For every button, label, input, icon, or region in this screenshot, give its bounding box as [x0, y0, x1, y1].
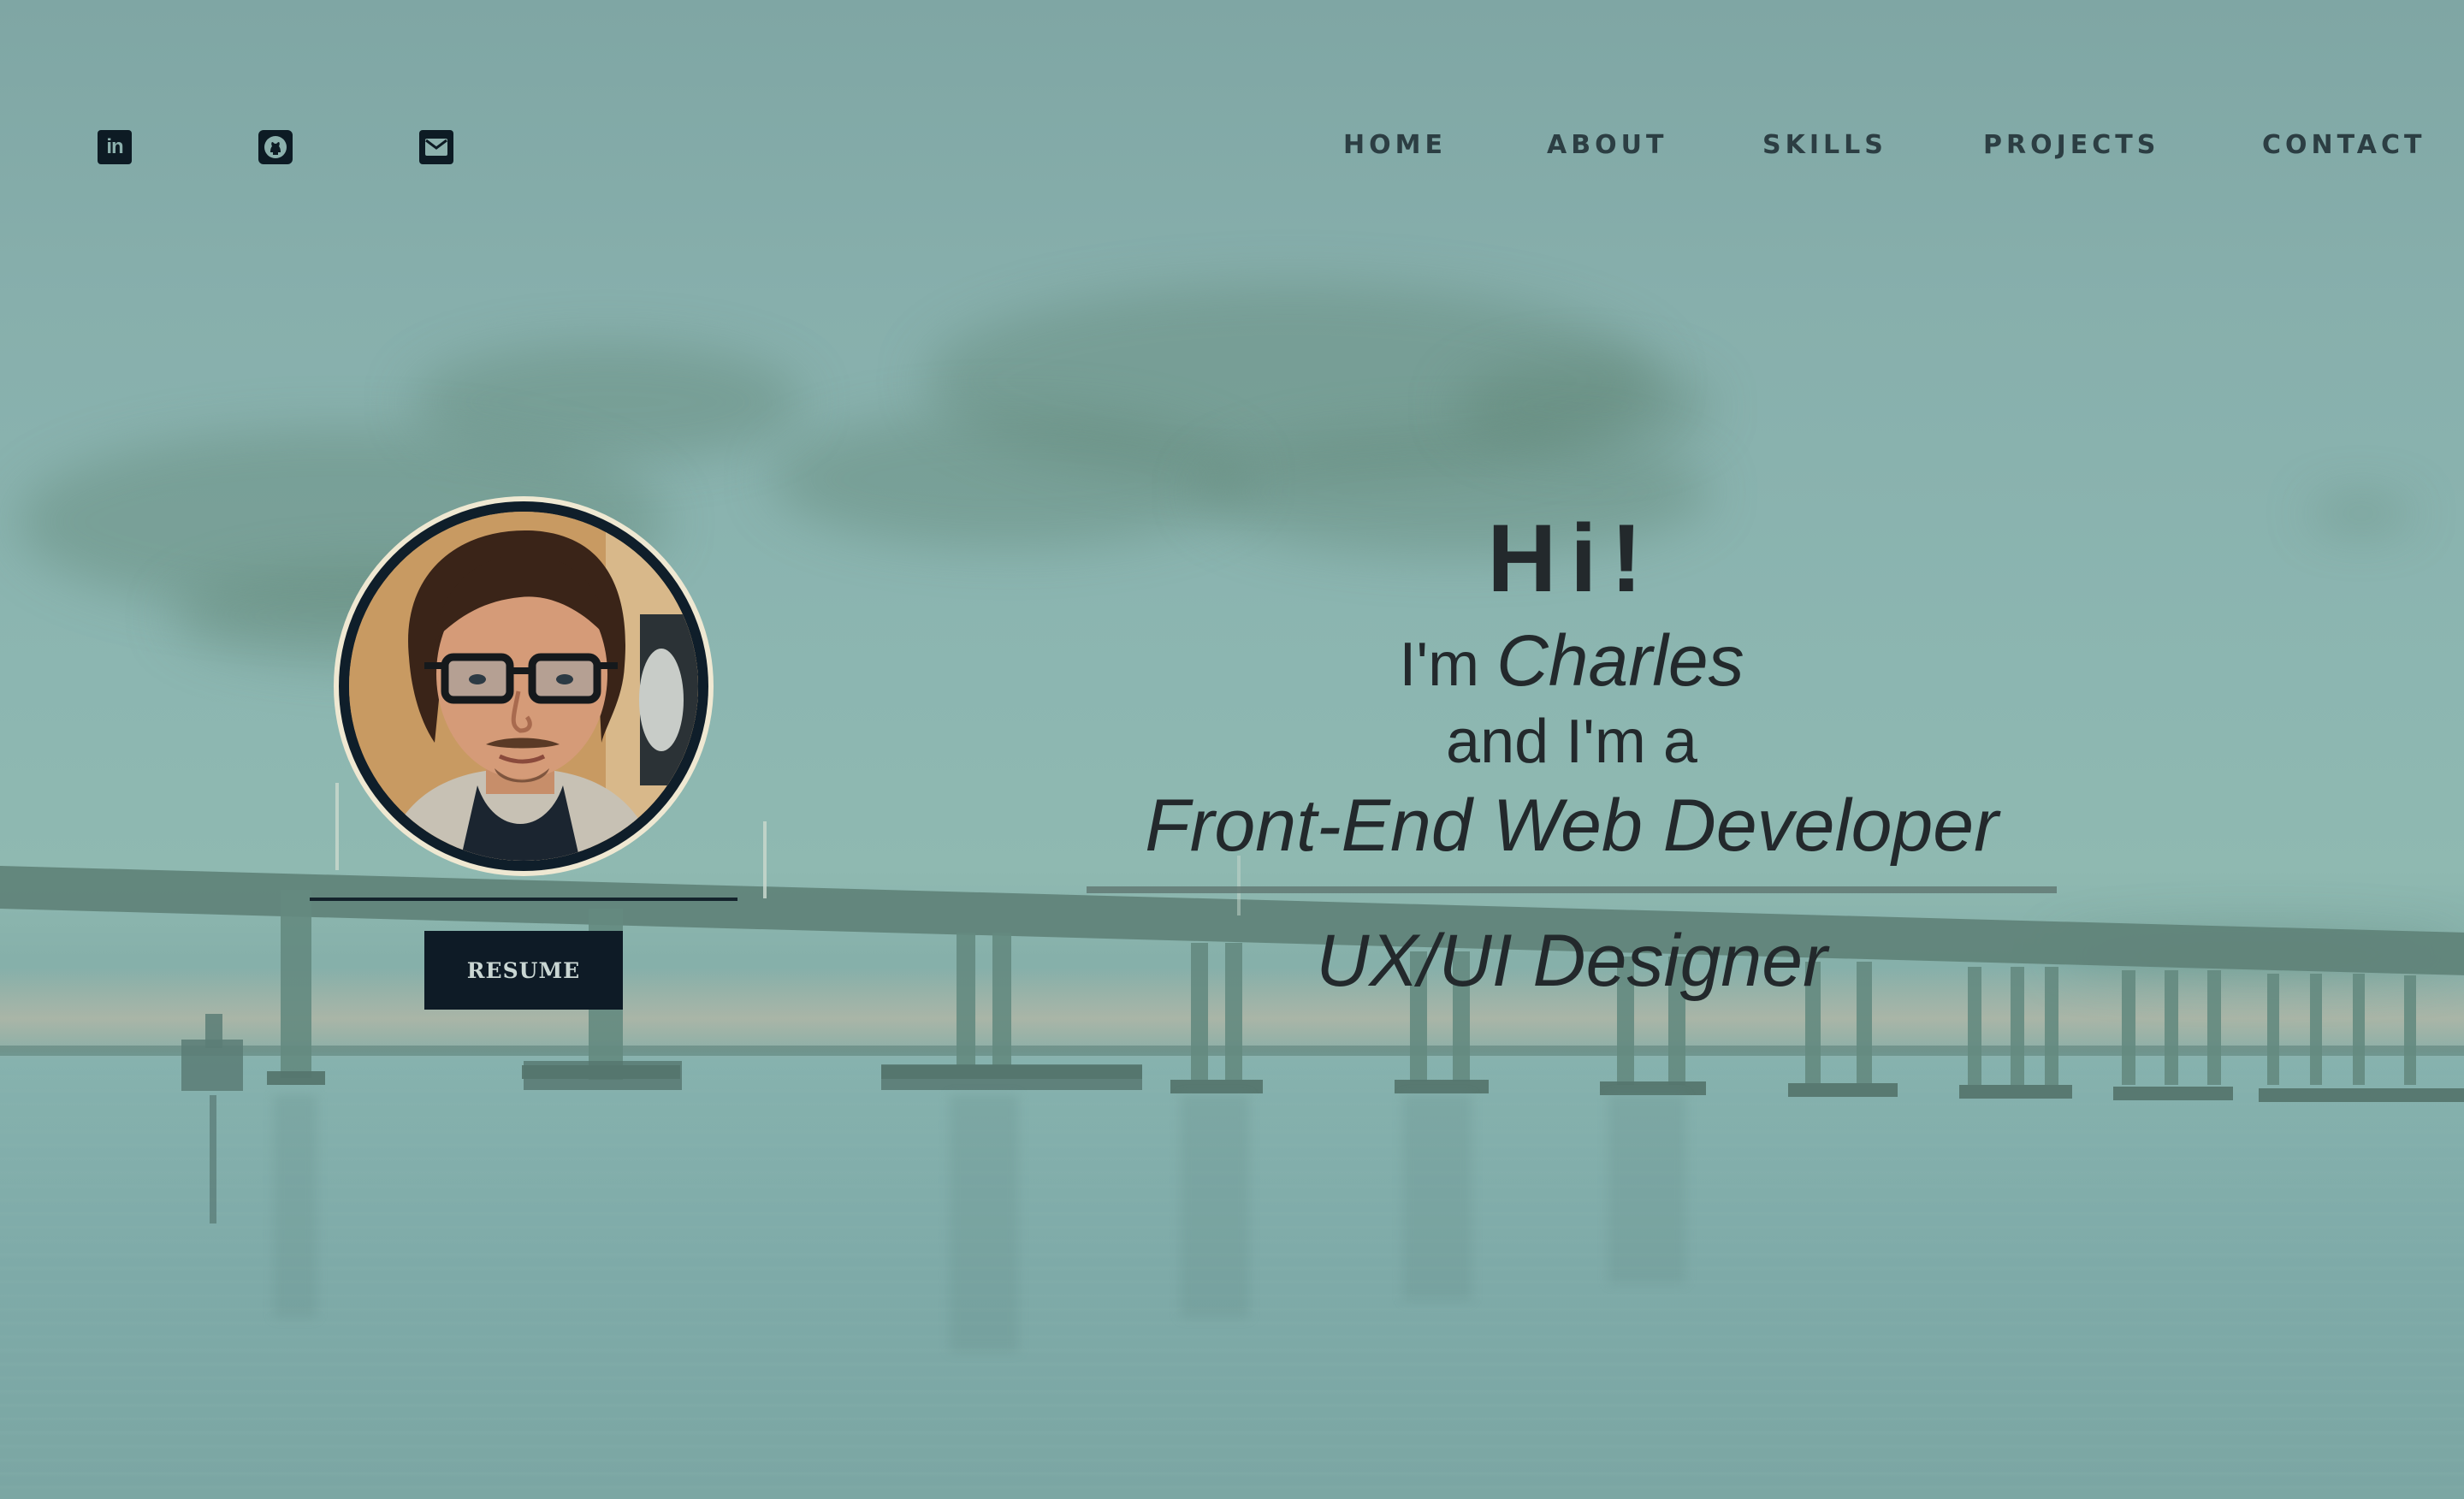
intro-line: I'm Charles — [1087, 618, 2057, 708]
and-line: and I'm a — [1446, 708, 1697, 776]
resume-button[interactable]: RESUME — [424, 931, 623, 1010]
github-icon — [264, 136, 287, 158]
greeting-heading: Hi! — [1487, 505, 1656, 612]
nav-contact[interactable]: CONTACT — [2262, 128, 2426, 163]
github-link[interactable] — [258, 130, 293, 164]
nav-projects[interactable]: PROJECTS — [1983, 128, 2159, 163]
intro-prefix: I'm — [1399, 631, 1480, 699]
linkedin-link[interactable]: in — [98, 130, 132, 164]
linkedin-icon: in — [106, 135, 123, 158]
profile-divider — [310, 898, 737, 901]
intro-name: Charles — [1496, 620, 1744, 701]
nav-home[interactable]: HOME — [1343, 128, 1447, 163]
role-secondary: UX/UI Designer — [1316, 920, 1827, 1002]
nav-skills[interactable]: SKILLS — [1762, 128, 1887, 163]
nav-about[interactable]: ABOUT — [1547, 128, 1667, 163]
hero-divider — [1087, 886, 2057, 893]
page: in HOME ABOUT SKILLS PROJECTS CONTACT RE… — [0, 0, 2464, 1499]
profile-portrait — [349, 512, 698, 861]
role-primary: Front-End Web Developer — [1145, 785, 1999, 867]
email-link[interactable] — [419, 130, 453, 164]
avatar — [339, 501, 708, 871]
envelope-icon — [425, 139, 447, 156]
